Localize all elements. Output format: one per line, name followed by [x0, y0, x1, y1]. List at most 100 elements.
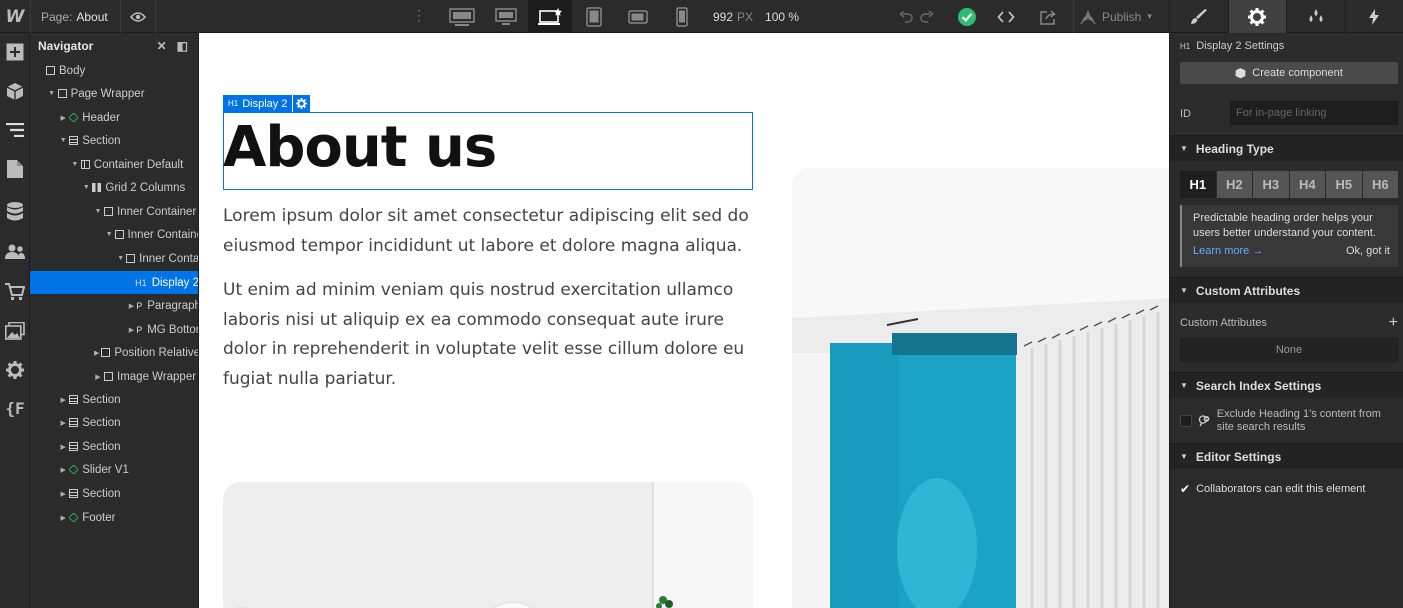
cms-icon[interactable]	[0, 197, 30, 227]
caret-down-icon[interactable]: ▼	[82, 184, 90, 191]
users-icon[interactable]	[0, 237, 30, 267]
navigator-item[interactable]: ▼ Inner Contai	[30, 247, 198, 270]
interior-image-left[interactable]	[223, 482, 753, 608]
caret-right-icon[interactable]: ▶	[129, 302, 134, 310]
editor-settings-section-header[interactable]: ▼ Editor Settings	[1170, 443, 1403, 469]
heading-level-h5[interactable]: H5	[1326, 171, 1362, 198]
tab-interactions[interactable]	[1344, 0, 1403, 33]
page-selector[interactable]: Page: About	[30, 0, 120, 33]
section-icon	[69, 489, 79, 498]
navigator-item[interactable]: ▶ Header	[30, 106, 198, 129]
caret-right-icon[interactable]: ▶	[59, 490, 67, 498]
brush-icon	[1190, 8, 1207, 24]
design-canvas[interactable]: H1 Display 2 About us Lorem ipsum dolor …	[199, 33, 1169, 608]
settings-title-tag: H1	[1180, 41, 1191, 51]
navigator-item[interactable]: ▼ Inner Container	[30, 200, 198, 223]
more-options-icon[interactable]: ⋮	[412, 8, 426, 22]
breakpoint-portrait-icon[interactable]	[660, 0, 704, 33]
navigator-item[interactable]: ▶ Section	[30, 388, 198, 411]
navigator-item-label: Grid 2 Columns	[105, 181, 186, 194]
variables-icon[interactable]: {F	[0, 393, 30, 423]
search-exclude-checkbox[interactable]	[1180, 415, 1192, 427]
create-component-button[interactable]: Create component	[1180, 62, 1398, 84]
publish-button[interactable]: Publish ▾	[1073, 0, 1169, 33]
pages-icon[interactable]	[0, 154, 30, 184]
selected-element-badge[interactable]: H1 Display 2	[223, 95, 311, 112]
ok-got-it-button[interactable]: Ok, got it	[1346, 244, 1390, 259]
navigator-item[interactable]: ▼ Inner Containe	[30, 223, 198, 246]
caret-right-icon[interactable]: ▶	[129, 326, 134, 334]
caret-right-icon[interactable]: ▶	[59, 396, 67, 404]
navigator-item[interactable]: ▶ Position Relative	[30, 341, 198, 364]
caret-down-icon[interactable]: ▼	[106, 231, 113, 238]
caret-down-icon[interactable]: ▼	[71, 161, 79, 168]
tab-settings[interactable]	[1227, 0, 1286, 33]
navigator-item[interactable]: ▼ Grid 2 Columns	[30, 176, 198, 199]
caret-down-icon[interactable]: ▼	[117, 255, 124, 262]
navigator-item-label: Footer	[82, 511, 116, 524]
navigator-item[interactable]: ▶ Footer	[30, 506, 198, 529]
add-panel-icon[interactable]	[0, 37, 30, 67]
breakpoint-landscape-icon[interactable]	[616, 0, 660, 33]
custom-attributes-section-header[interactable]: ▼ Custom Attributes	[1170, 277, 1403, 303]
navigator-item[interactable]: ▼ Container Default	[30, 153, 198, 176]
intro-paragraph[interactable]: Lorem ipsum dolor sit amet consectetur a…	[223, 202, 753, 261]
caret-right-icon[interactable]: ▶	[94, 373, 102, 381]
tab-style-manager[interactable]	[1286, 0, 1345, 33]
breakpoint-xl-icon[interactable]	[440, 0, 484, 33]
navigator-item[interactable]: ▶ P Paragraph	[30, 294, 198, 317]
tab-style-brush[interactable]	[1169, 0, 1228, 33]
ecommerce-cart-icon[interactable]	[0, 277, 30, 307]
search-index-section-header[interactable]: ▼ Search Index Settings	[1170, 372, 1403, 398]
breakpoint-desktop-icon[interactable]	[528, 0, 572, 33]
navigator-item[interactable]: ▼ Page Wrapper	[30, 82, 198, 105]
navigator-item[interactable]: ▶ Image Wrapper	[30, 365, 198, 388]
collaborators-checkbox-check-icon[interactable]: ✔	[1180, 482, 1190, 496]
navigator-item[interactable]: ▶ Section	[30, 482, 198, 505]
heading-level-h3[interactable]: H3	[1253, 171, 1289, 198]
heading-level-h1[interactable]: H1	[1180, 171, 1216, 198]
learn-more-link[interactable]: Learn more →	[1193, 244, 1263, 259]
breakpoint-tablet-icon[interactable]	[572, 0, 616, 33]
share-icon[interactable]	[1032, 0, 1064, 33]
breakpoint-large-icon[interactable]	[484, 0, 528, 33]
navigator-item[interactable]: Body	[30, 59, 198, 82]
collapse-all-icon[interactable]: ✕	[157, 39, 167, 53]
navigator-item[interactable]: ▼ Section	[30, 129, 198, 152]
navigator-item[interactable]: ▶ Section	[30, 435, 198, 458]
element-settings-gear-icon[interactable]	[293, 95, 311, 112]
caret-right-icon[interactable]: ▶	[59, 419, 67, 427]
id-input[interactable]	[1230, 101, 1398, 125]
preview-eye-icon[interactable]	[120, 0, 156, 33]
caret-right-icon[interactable]: ▶	[59, 114, 67, 122]
assets-icon[interactable]	[0, 316, 30, 346]
navigator-item[interactable]: ▶P MG Bottom	[30, 318, 198, 341]
navigator-item[interactable]: ▶ Slider V1	[30, 458, 198, 481]
add-attribute-plus-icon[interactable]: +	[1389, 315, 1398, 331]
site-settings-gear-icon[interactable]	[0, 355, 30, 385]
caret-right-icon[interactable]: ▶	[59, 443, 67, 451]
caret-right-icon[interactable]: ▶	[59, 514, 67, 522]
caret-right-icon[interactable]: ▶	[94, 349, 99, 357]
status-check-icon[interactable]	[951, 0, 983, 33]
webflow-logo[interactable]: W	[0, 0, 30, 33]
caret-down-icon[interactable]: ▼	[48, 90, 56, 97]
heading-level-h2[interactable]: H2	[1216, 171, 1252, 198]
body-paragraph[interactable]: Ut enim ad minim veniam quis nostrud exe…	[223, 276, 753, 394]
paragraph-tag-icon: P	[136, 324, 143, 335]
heading-type-section-header[interactable]: ▼ Heading Type	[1170, 135, 1403, 161]
caret-right-icon[interactable]: ▶	[59, 466, 67, 474]
navigator-item[interactable]: ▶ Section	[30, 411, 198, 434]
heading-level-h6[interactable]: H6	[1362, 171, 1398, 198]
dock-panel-icon[interactable]: ◧	[177, 39, 188, 53]
code-export-icon[interactable]	[990, 0, 1022, 33]
redo-icon[interactable]	[916, 0, 938, 33]
navigator-icon[interactable]	[0, 115, 30, 145]
interior-image-right[interactable]	[792, 168, 1169, 608]
caret-down-icon[interactable]: ▼	[59, 137, 67, 144]
heading-level-h4[interactable]: H4	[1289, 171, 1325, 198]
caret-down-icon[interactable]: ▼	[94, 208, 102, 215]
page-heading[interactable]: About us	[223, 113, 497, 183]
components-icon[interactable]	[0, 77, 30, 107]
navigator-item[interactable]: H1 Display 2	[30, 271, 198, 294]
